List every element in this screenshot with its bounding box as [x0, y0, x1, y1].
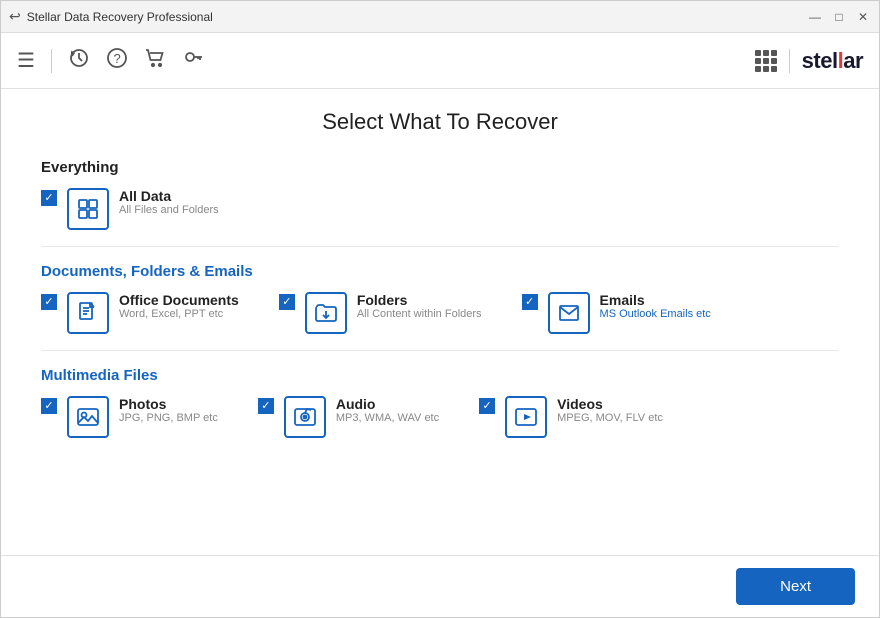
- title-bar: ↩ Stellar Data Recovery Professional — □…: [1, 1, 879, 33]
- next-button[interactable]: Next: [736, 568, 855, 605]
- option-folders: ✓ Folders All Content within Folders: [279, 292, 482, 334]
- footer: Next: [1, 555, 879, 617]
- checkbox-videos[interactable]: ✓: [479, 398, 495, 414]
- all-data-sublabel: All Files and Folders: [119, 204, 219, 216]
- emails-icon-box: [548, 292, 590, 334]
- folders-icon: [314, 301, 338, 325]
- folders-sublabel: All Content within Folders: [357, 308, 482, 320]
- videos-icon: [514, 405, 538, 429]
- main-content: Select What To Recover Everything ✓: [1, 89, 879, 555]
- toolbar-left: ☰ ?: [17, 47, 204, 75]
- toolbar-separator: [51, 49, 52, 73]
- title-bar-controls: — □ ✕: [807, 9, 871, 25]
- folders-icon-box: [305, 292, 347, 334]
- section-title-multimedia: Multimedia Files: [41, 367, 839, 384]
- office-label: Office Documents: [119, 292, 239, 308]
- options-row-documents: ✓ Office Documents Word, Excel, P: [41, 292, 839, 334]
- grid-icon[interactable]: [755, 50, 777, 72]
- history-icon[interactable]: [68, 47, 90, 75]
- cart-icon[interactable]: [144, 47, 166, 75]
- section-everything: Everything ✓ All Data: [41, 159, 839, 230]
- section-multimedia: Multimedia Files ✓ Photos: [41, 367, 839, 438]
- back-icon: ↩: [9, 8, 21, 25]
- option-all-data: ✓ All Data All Files and Folders: [41, 188, 219, 230]
- emails-icon: [557, 301, 581, 325]
- option-videos: ✓ Videos MPEG, MOV, FLV etc: [479, 396, 663, 438]
- section-title-documents: Documents, Folders & Emails: [41, 263, 839, 280]
- key-icon[interactable]: [182, 47, 204, 75]
- photos-label: Photos: [119, 396, 218, 412]
- option-audio: ✓ Audio MP3, WMA, WAV etc: [258, 396, 439, 438]
- all-data-icon-box: [67, 188, 109, 230]
- audio-icon: [293, 405, 317, 429]
- option-photos: ✓ Photos JPG, PNG, BMP etc: [41, 396, 218, 438]
- all-data-label: All Data: [119, 188, 219, 204]
- minimize-button[interactable]: —: [807, 9, 823, 25]
- videos-sublabel: MPEG, MOV, FLV etc: [557, 412, 663, 424]
- office-sublabel: Word, Excel, PPT etc: [119, 308, 239, 320]
- title-bar-text: Stellar Data Recovery Professional: [27, 10, 213, 24]
- section-documents: Documents, Folders & Emails ✓: [41, 263, 839, 334]
- page-title: Select What To Recover: [41, 109, 839, 135]
- photos-sublabel: JPG, PNG, BMP etc: [119, 412, 218, 424]
- emails-sublabel: MS Outlook Emails etc: [600, 308, 711, 320]
- audio-icon-box: [284, 396, 326, 438]
- toolbar-right: stellar: [755, 48, 863, 74]
- section-title-everything: Everything: [41, 159, 839, 176]
- stellar-logo: stellar: [802, 48, 863, 74]
- checkbox-photos[interactable]: ✓: [41, 398, 57, 414]
- photos-icon: [76, 405, 100, 429]
- close-button[interactable]: ✕: [855, 9, 871, 25]
- options-row-multimedia: ✓ Photos JPG, PNG, BMP etc: [41, 396, 839, 438]
- toolbar-separator-right: [789, 49, 790, 73]
- help-icon[interactable]: ?: [106, 47, 128, 75]
- divider-2: [41, 350, 839, 351]
- videos-label: Videos: [557, 396, 663, 412]
- videos-icon-box: [505, 396, 547, 438]
- office-icon: [76, 301, 100, 325]
- office-icon-box: [67, 292, 109, 334]
- audio-sublabel: MP3, WMA, WAV etc: [336, 412, 439, 424]
- checkbox-office[interactable]: ✓: [41, 294, 57, 310]
- all-data-icon: [76, 197, 100, 221]
- folders-label: Folders: [357, 292, 482, 308]
- checkbox-emails[interactable]: ✓: [522, 294, 538, 310]
- checkbox-all-data[interactable]: ✓: [41, 190, 57, 206]
- checkbox-audio[interactable]: ✓: [258, 398, 274, 414]
- checkbox-folders[interactable]: ✓: [279, 294, 295, 310]
- audio-label: Audio: [336, 396, 439, 412]
- emails-label: Emails: [600, 292, 711, 308]
- title-bar-left: ↩ Stellar Data Recovery Professional: [9, 8, 213, 25]
- options-row-everything: ✓ All Data All Files and Folders: [41, 188, 839, 230]
- option-office: ✓ Office Documents Word, Excel, P: [41, 292, 239, 334]
- maximize-button[interactable]: □: [831, 9, 847, 25]
- photos-icon-box: [67, 396, 109, 438]
- option-emails: ✓ Emails MS Outlook Emails etc: [522, 292, 711, 334]
- toolbar: ☰ ?: [1, 33, 879, 89]
- svg-text:?: ?: [113, 51, 120, 66]
- divider-1: [41, 246, 839, 247]
- menu-icon[interactable]: ☰: [17, 48, 35, 73]
